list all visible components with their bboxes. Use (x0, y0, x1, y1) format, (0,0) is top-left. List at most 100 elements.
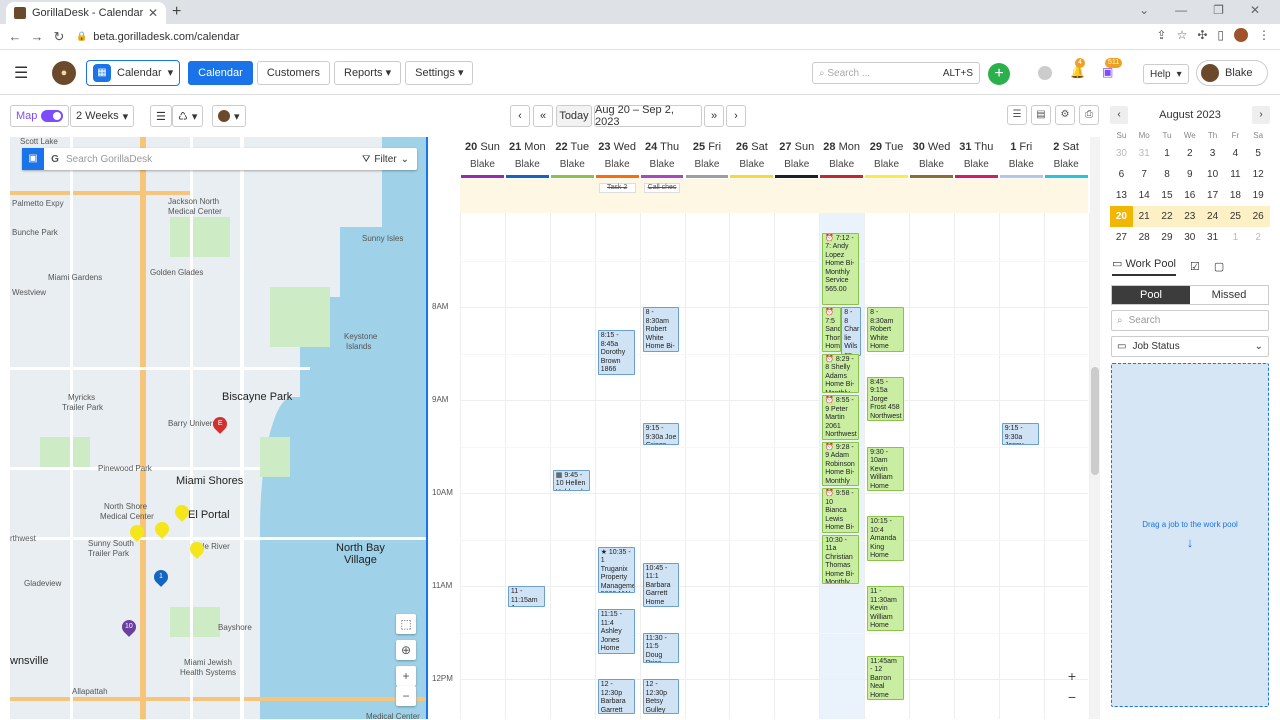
mini-cal-day[interactable]: 2 (1178, 143, 1201, 164)
mini-cal-day[interactable]: 29 (1156, 227, 1179, 248)
mini-cal-day[interactable]: 12 (1247, 164, 1270, 185)
profile-avatar[interactable] (1234, 28, 1248, 42)
mini-cal-day[interactable]: 15 (1156, 185, 1179, 206)
today-button[interactable]: Today (556, 105, 592, 127)
folder-tab-icon[interactable]: ▢ (1214, 260, 1224, 273)
global-search-input[interactable]: ⌕ Search ... ALT+S (812, 62, 980, 84)
calendar-event[interactable]: 9:15 - 9:30a Joe Griggs Home (642, 423, 680, 445)
notes-icon[interactable]: ▤ (1031, 105, 1051, 125)
day-header-21[interactable]: 21 Mon (505, 137, 550, 157)
forward-icon[interactable]: → (26, 29, 48, 44)
layout-toggle[interactable]: ☰ (150, 105, 172, 127)
mini-cal-day[interactable]: 13 (1110, 185, 1133, 206)
calendar-event[interactable]: 8:45 - 9:15a Jorge Frost 458 Northwest 8… (867, 376, 904, 422)
mini-cal-day[interactable]: 21 (1132, 206, 1156, 227)
calendar-event[interactable]: 9:30 - 10am Kevin William Home Monthly S… (867, 446, 904, 491)
day-header-24[interactable]: 24 Thu (640, 137, 685, 157)
mini-cal-day[interactable]: 5 (1247, 143, 1270, 164)
day-header-23[interactable]: 23 Wed (595, 137, 640, 157)
prev-range-button[interactable]: « (533, 105, 553, 127)
day-header-25[interactable]: 25 Fri (685, 137, 730, 157)
calendar-event[interactable]: 8 - 8 Char lie Wils on Hom (841, 307, 862, 357)
calendar-event[interactable]: ⏰ 8:29 - 8 Shelly Adams Home Bi-Monthly (822, 353, 860, 394)
calendar-selector[interactable]: ▦ Calendar ▾ (86, 59, 181, 86)
help-button[interactable]: Help ▾ (1143, 64, 1189, 84)
add-button[interactable]: + (988, 63, 1010, 85)
next-week-button[interactable]: › (726, 105, 746, 127)
back-icon[interactable]: ← (4, 29, 26, 44)
settings-gear-icon[interactable]: ⚙ (1055, 105, 1075, 125)
calendar-event[interactable]: 11:45am - 12 Barron Neal Home Monthly Se… (867, 655, 904, 701)
calendar-event[interactable]: 12 - 12:30p Betsy Gulley Home Bi-Monthly (642, 679, 680, 715)
date-range-label[interactable]: Aug 20 – Sep 2, 2023 (594, 104, 702, 128)
day-header-20[interactable]: 20 Sun (460, 137, 505, 157)
day-header-26[interactable]: 26 Sat (729, 137, 774, 157)
hamburger-menu-icon[interactable]: ☰ (14, 63, 34, 83)
new-tab-icon[interactable]: + (172, 3, 181, 21)
day-header-30[interactable]: 30 Wed (909, 137, 954, 157)
mini-cal-day[interactable]: 11 (1224, 164, 1247, 185)
nav-settings[interactable]: Settings ▾ (405, 60, 474, 85)
calendar-event[interactable]: 12 - 12:30p Barbara Garrett Home Inspect… (597, 679, 635, 715)
mini-cal-day[interactable]: 23 (1178, 206, 1202, 227)
mini-cal-day[interactable]: 1 (1156, 143, 1179, 164)
job-status-select[interactable]: ▭ Job Status ⌄ (1111, 336, 1269, 357)
day-header-27[interactable]: 27 Sun (774, 137, 819, 157)
day-header-31[interactable]: 31 Thu (954, 137, 999, 157)
all-day-task[interactable]: Call chec (643, 183, 681, 193)
close-tab-icon[interactable]: ✕ (148, 6, 158, 20)
calendar-event[interactable]: 10:30 - 11a Christian Thomas Home Bi-Mon… (822, 534, 860, 584)
nav-calendar[interactable]: Calendar (188, 60, 253, 85)
extensions-puzzle-icon[interactable]: ✣ (1197, 28, 1207, 42)
map-zoom-out-button[interactable]: − (396, 686, 416, 706)
mini-cal-day[interactable]: 25 (1223, 206, 1247, 227)
map-locate-icon[interactable]: ⊕ (396, 640, 416, 660)
nav-customers[interactable]: Customers (256, 60, 330, 85)
next-range-button[interactable]: » (704, 105, 724, 127)
mini-cal-next-icon[interactable]: › (1252, 106, 1270, 124)
mini-cal-day[interactable]: 4 (1224, 143, 1247, 164)
day-header-22[interactable]: 22 Tue (550, 137, 595, 157)
mini-cal-day[interactable]: 18 (1224, 185, 1247, 206)
close-window-icon[interactable]: ✕ (1250, 3, 1260, 17)
map-resize-handle[interactable] (426, 137, 428, 719)
calendar-event[interactable]: ⏰ 7:5 Sandr Thom Home Bi-Mo (822, 307, 842, 352)
map-toggle-switch[interactable] (41, 110, 64, 122)
calendar-event[interactable]: 8 - 8:30am Robert White Home Bi-Monthly … (642, 307, 680, 352)
map-pin-10[interactable]: 10 (119, 617, 139, 637)
mini-cal-day[interactable]: 31 (1201, 227, 1224, 248)
map-search-input[interactable]: ▣ G Search GorillaDesk ⛛ Filter ⌄ (22, 148, 417, 170)
mini-cal-prev-icon[interactable]: ‹ (1110, 106, 1128, 124)
map-panel[interactable]: Scott Lake Jackson North Medical Center Pal… (10, 137, 426, 719)
mini-cal-day[interactable]: 16 (1178, 185, 1201, 206)
reload-icon[interactable]: ↻ (48, 29, 70, 45)
map-zoom-in-button[interactable]: + (396, 666, 416, 686)
all-day-row[interactable] (460, 179, 1088, 213)
sidepanel-icon[interactable]: ▯ (1217, 28, 1224, 42)
calendar-zoom-out-button[interactable]: − (1065, 689, 1079, 705)
checklist-tab-icon[interactable]: ☑ (1190, 260, 1200, 273)
share-icon[interactable]: ⇪ (1157, 28, 1167, 42)
mini-cal-day[interactable]: 8 (1156, 164, 1179, 185)
print-icon[interactable]: ⎙ (1079, 105, 1099, 125)
scrollbar-thumb[interactable] (1091, 367, 1099, 475)
calendar-event[interactable]: 9:15 - 9:30a Jenny Smith (1001, 423, 1039, 445)
mini-cal-day[interactable]: 1 (1224, 227, 1247, 248)
mini-cal-day[interactable]: 20 (1110, 206, 1133, 227)
map-pin-1[interactable]: 1 (151, 567, 171, 587)
calendar-event[interactable]: 8:15 - 8:45a Dorothy Brown 1866 Northwes… (597, 330, 635, 375)
range-select[interactable]: 2 Weeks ▾ (70, 105, 135, 127)
day-header-28[interactable]: 28 Mon (819, 137, 864, 157)
mini-cal-day[interactable]: 10 (1201, 164, 1224, 185)
calendar-event[interactable]: 8 - 8:30am Robert White Home Monthly gen… (867, 307, 904, 352)
mini-cal-day[interactable]: 14 (1133, 185, 1156, 206)
map-pin[interactable] (152, 519, 172, 539)
mini-cal-day[interactable]: 30 (1178, 227, 1201, 248)
maximize-icon[interactable]: ❐ (1213, 3, 1224, 17)
mini-cal-day[interactable]: 26 (1246, 206, 1270, 227)
calendar-event[interactable]: 11:15 - 11:4 Ashley Jones Home Inspectio… (597, 609, 635, 654)
calendar-event[interactable]: ★ 10:35 - 1 Truganix Property Management… (597, 546, 635, 594)
user-menu-button[interactable]: Blake (1196, 60, 1268, 86)
day-header-1[interactable]: 1 Fri (999, 137, 1044, 157)
calendar-event[interactable]: ⏰ 8:55 - 9 Peter Martin 2061 Northwest (822, 395, 860, 440)
